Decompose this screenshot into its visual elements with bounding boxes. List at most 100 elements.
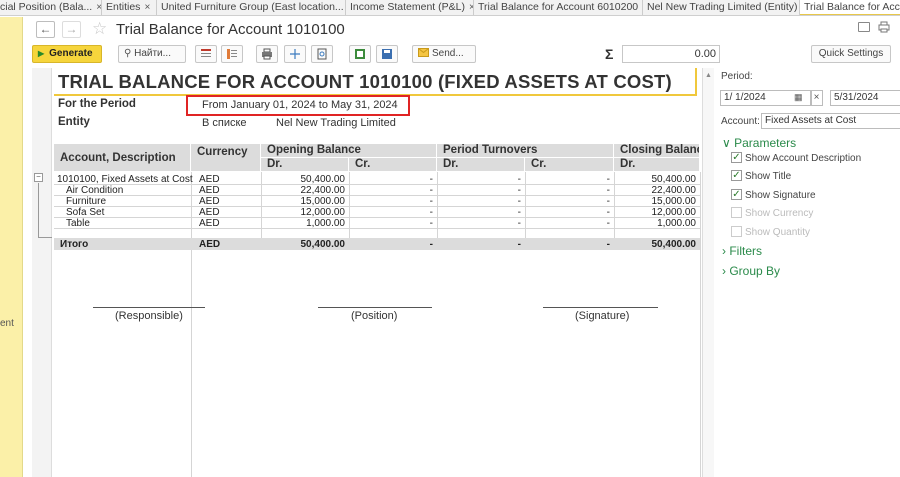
header-closing-dr: Dr. bbox=[614, 158, 700, 172]
left-panel-text: ent bbox=[0, 318, 14, 329]
group-by-group[interactable]: › Group By bbox=[722, 264, 780, 278]
cell-close-dr: 12,000.00 bbox=[651, 207, 697, 218]
cell-account: Furniture bbox=[66, 196, 107, 207]
group-settings-button[interactable] bbox=[221, 45, 243, 63]
account-input[interactable]: Fixed Assets at Cost bbox=[761, 113, 900, 129]
window-title: Trial Balance for Account 1010100 bbox=[116, 21, 345, 38]
quick-settings-button[interactable]: Quick Settings bbox=[811, 45, 891, 63]
columns-icon bbox=[201, 49, 211, 57]
show-quantity-checkbox[interactable] bbox=[731, 226, 742, 237]
group-line-end bbox=[38, 237, 52, 238]
total-open-dr: 50,400.00 bbox=[300, 239, 346, 250]
cell-turn-dr: - bbox=[517, 207, 521, 218]
cell-close-dr: 15,000.00 bbox=[651, 196, 697, 207]
cell-open-dr: 22,400.00 bbox=[300, 185, 346, 196]
show-signature-checkbox[interactable]: ✓ bbox=[731, 189, 742, 200]
cell-open-cr: - bbox=[429, 207, 433, 218]
total-open-cr: - bbox=[429, 239, 433, 250]
settings-panel: Period: 1/ 1/2024 ▦ × 5/31/2024 Account:… bbox=[715, 68, 900, 477]
tab-income-statement[interactable]: Income Statement (P&L)× bbox=[346, 0, 474, 15]
printer-icon bbox=[262, 48, 272, 60]
entity-label: Entity bbox=[58, 116, 90, 128]
filters-label: Filters bbox=[729, 244, 763, 258]
cell-open-cr: - bbox=[429, 196, 433, 207]
preview-button[interactable] bbox=[311, 45, 333, 63]
tab-label: cial Position (Bala... bbox=[0, 1, 93, 13]
show-account-description-checkbox[interactable]: ✓ bbox=[731, 152, 742, 163]
entity-filter: В списке bbox=[202, 117, 247, 129]
report-gutter: − bbox=[32, 68, 52, 477]
calendar-icon[interactable]: ▦ bbox=[794, 92, 803, 103]
cell-close-dr: 22,400.00 bbox=[651, 185, 697, 196]
cell-open-cr: - bbox=[429, 185, 433, 196]
signature-label: (Signature) bbox=[575, 310, 630, 322]
date-from-value: 1/ 1/2024 bbox=[724, 92, 766, 103]
close-icon[interactable]: × bbox=[144, 2, 150, 13]
cell-open-dr: 15,000.00 bbox=[300, 196, 346, 207]
account-value: Fixed Assets at Cost bbox=[765, 115, 857, 126]
tab-bar: cial Position (Bala... × Entities × United… bbox=[0, 0, 900, 16]
find-button[interactable]: ⚲ Найти... bbox=[118, 45, 186, 63]
group-line bbox=[38, 183, 39, 237]
signature-line bbox=[318, 307, 432, 308]
preview-icon bbox=[317, 48, 327, 60]
save-button[interactable] bbox=[376, 45, 398, 63]
cell-turn-dr: - bbox=[517, 218, 521, 229]
report-scrollbar[interactable]: ▲ bbox=[702, 68, 714, 477]
clear-date-button[interactable]: × bbox=[810, 90, 823, 106]
account-settings-label: Account: bbox=[721, 116, 760, 127]
tab-nel-new-trading[interactable]: Nel New Trading Limited (Entity)× bbox=[643, 0, 800, 15]
list-icon bbox=[227, 49, 237, 59]
cell-turn-dr: - bbox=[517, 196, 521, 207]
position-label: (Position) bbox=[351, 310, 398, 322]
cell-account: Table bbox=[66, 218, 90, 229]
cell-close-dr: 50,400.00 bbox=[651, 174, 697, 185]
header-opening-balance: Opening Balance bbox=[261, 144, 437, 158]
excel-export-button[interactable] bbox=[349, 45, 371, 63]
responsible-label: (Responsible) bbox=[115, 310, 183, 322]
print-button[interactable] bbox=[256, 45, 278, 63]
print-window-icon[interactable] bbox=[878, 21, 890, 33]
send-button[interactable]: Send... bbox=[412, 45, 476, 63]
tab-financial-position[interactable]: cial Position (Bala... × bbox=[0, 0, 102, 15]
option-label: Show Title bbox=[745, 171, 792, 182]
tab-label: United Furniture Group (East location... bbox=[161, 1, 344, 13]
chevron-down-icon: ∨ bbox=[722, 136, 735, 150]
cell-turn-cr: - bbox=[606, 218, 610, 229]
header-currency: Currency bbox=[191, 144, 261, 172]
cell-currency: AED bbox=[199, 207, 220, 218]
left-panel-strip[interactable]: ent bbox=[0, 17, 23, 477]
header-turnover-dr: Dr. bbox=[437, 158, 525, 172]
envelope-icon bbox=[418, 48, 429, 57]
spreadsheet-icon bbox=[355, 49, 365, 59]
column-settings-button[interactable] bbox=[195, 45, 217, 63]
date-to-value: 5/31/2024 bbox=[834, 92, 879, 103]
signature-line bbox=[543, 307, 658, 308]
sum-field[interactable]: 0.00 bbox=[622, 45, 720, 63]
parameters-group[interactable]: ∨ Parameters bbox=[722, 136, 796, 150]
filters-group[interactable]: › Filters bbox=[722, 244, 762, 258]
show-title-checkbox[interactable]: ✓ bbox=[731, 170, 742, 181]
cell-account: Sofa Set bbox=[66, 207, 105, 218]
expand-button[interactable] bbox=[284, 45, 306, 63]
back-button[interactable]: ← bbox=[36, 21, 55, 38]
tab-united-furniture[interactable]: United Furniture Group (East location...… bbox=[157, 0, 346, 15]
cell-open-cr: - bbox=[429, 174, 433, 185]
date-to-input[interactable]: 5/31/2024 bbox=[830, 90, 900, 106]
highlight-box bbox=[186, 95, 410, 116]
cell-open-dr: 50,400.00 bbox=[300, 174, 346, 185]
arrow-left-icon: ← bbox=[39, 22, 52, 36]
tab-label: Trial Balance for Account 6010200 bbox=[478, 1, 639, 13]
save-window-icon[interactable] bbox=[858, 22, 870, 32]
tab-entities[interactable]: Entities × bbox=[102, 0, 157, 15]
collapse-group-icon[interactable]: − bbox=[34, 173, 43, 182]
favorite-star-icon[interactable]: ☆ bbox=[92, 19, 107, 39]
find-label: Найти... bbox=[134, 48, 171, 59]
tab-trial-balance-1010100[interactable]: Trial Balance for Acco bbox=[800, 0, 900, 15]
generate-button[interactable]: Generate bbox=[32, 45, 102, 63]
scroll-up-icon[interactable]: ▲ bbox=[705, 72, 712, 79]
tab-trial-balance-6010200[interactable]: Trial Balance for Account 6010200× bbox=[474, 0, 643, 15]
forward-button[interactable]: → bbox=[62, 21, 81, 38]
show-currency-checkbox[interactable] bbox=[731, 207, 742, 218]
option-label: Show Currency bbox=[745, 208, 814, 219]
